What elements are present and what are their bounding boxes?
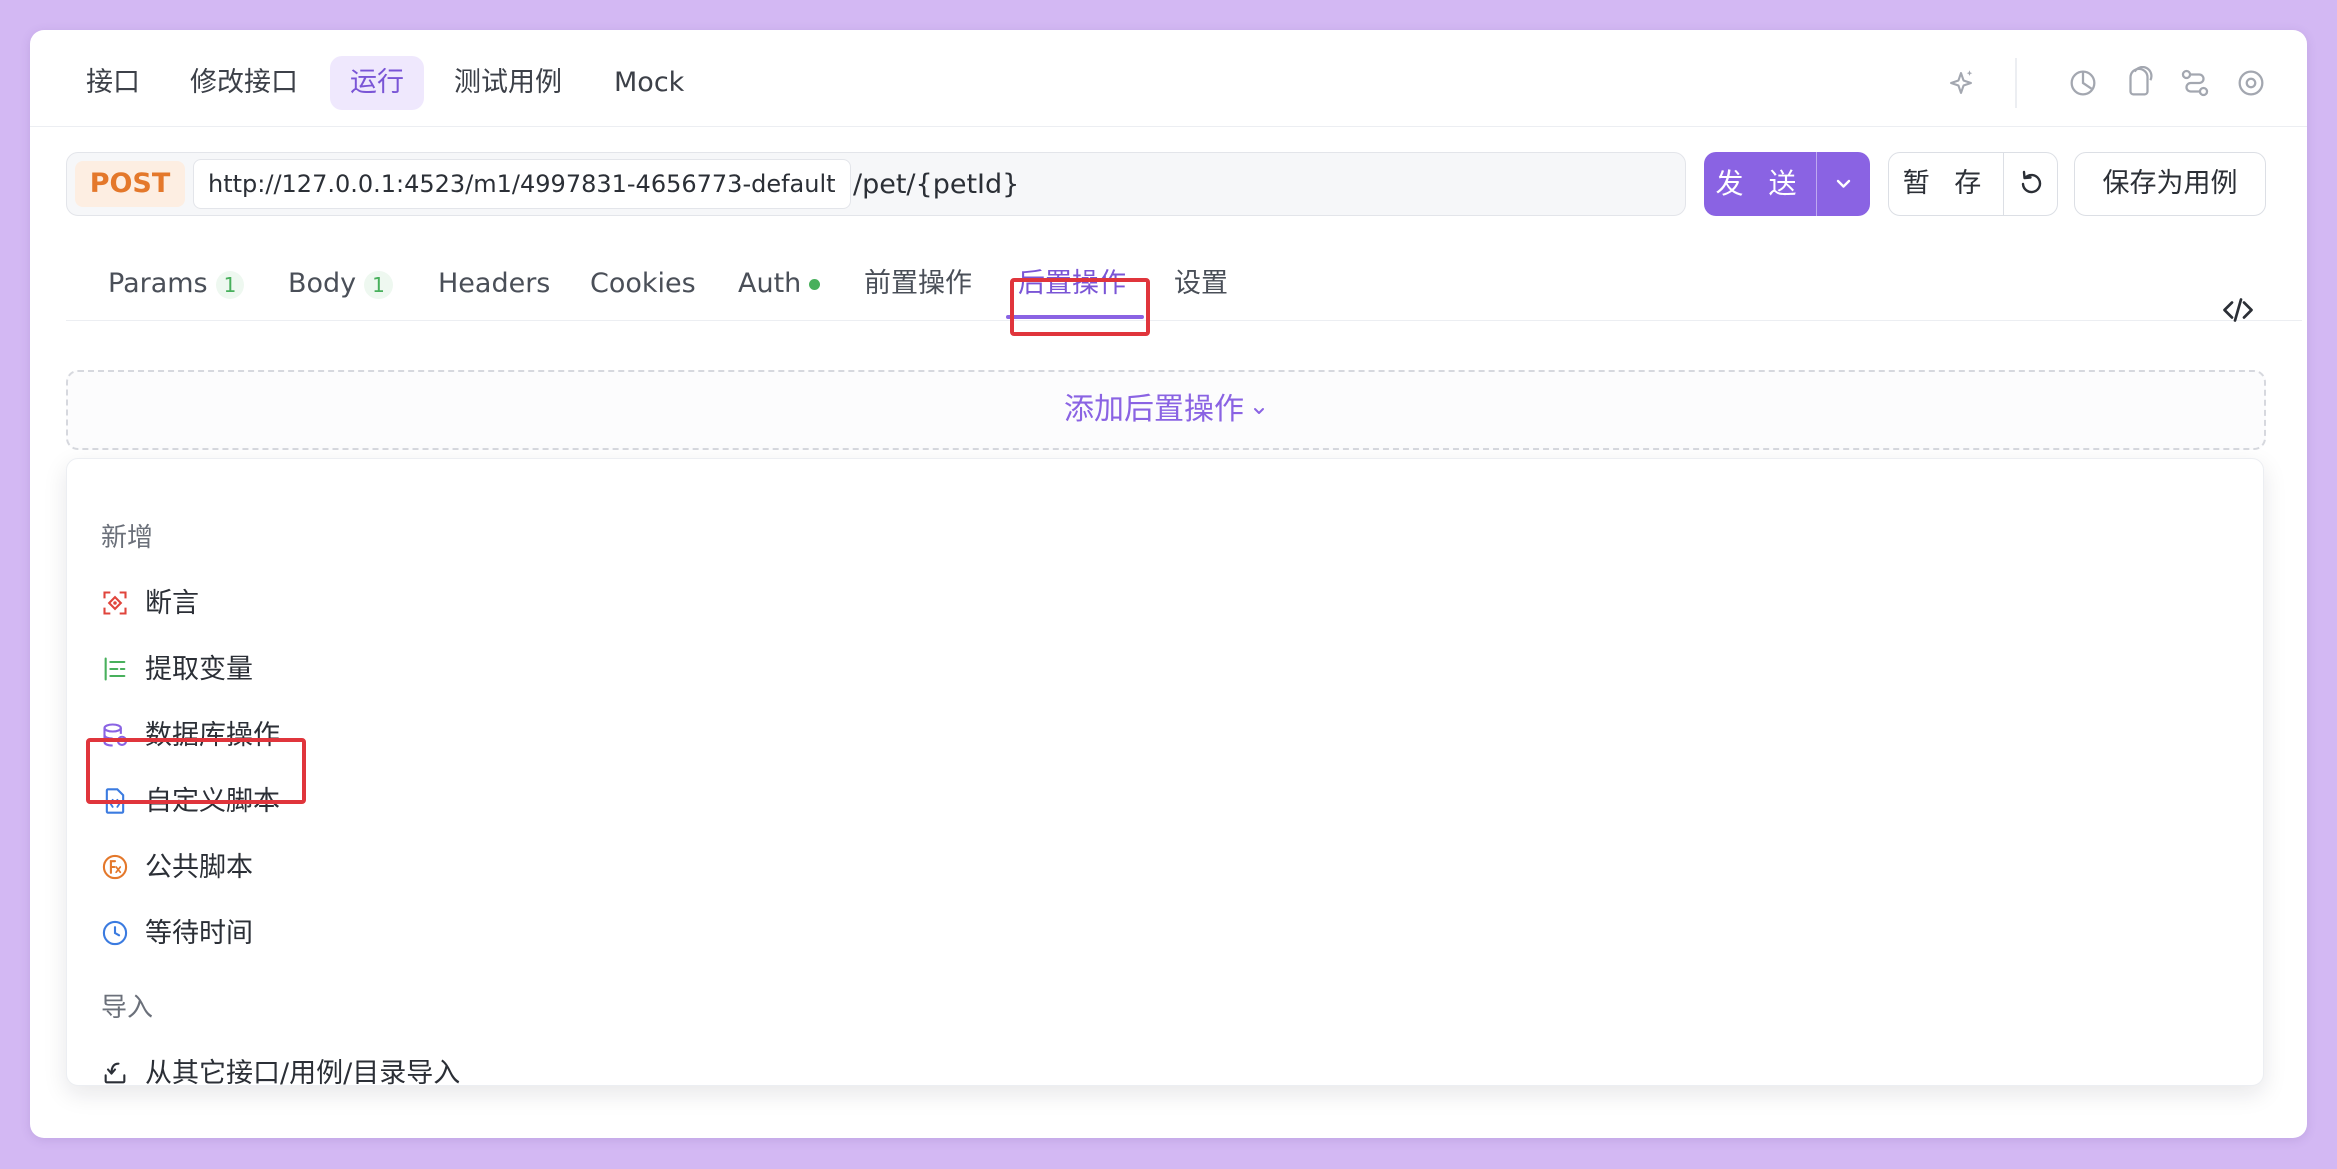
stage-button-group: 暂 存 (1888, 152, 2058, 216)
highlight-box-post-ops-tab (1010, 278, 1150, 336)
add-post-operation-label: 添加后置操作 (1064, 392, 1244, 427)
tab-cookies[interactable]: Cookies (590, 264, 696, 304)
settings-icon[interactable] (2234, 66, 2268, 100)
ai-sparkle-icon[interactable] (1944, 66, 1978, 100)
tab-body[interactable]: Body 1 (288, 264, 393, 304)
menu-item-wait-time-label: 等待时间 (145, 918, 253, 949)
tab-test-cases[interactable]: 测试用例 (434, 56, 582, 110)
extract-variable-icon (104, 656, 126, 681)
tab-headers[interactable]: Headers (438, 264, 550, 304)
group-label-import: 导入 (101, 993, 154, 1023)
menu-item-public-script[interactable]: 公共脚本 (101, 843, 253, 893)
tab-mock[interactable]: Mock (594, 56, 704, 110)
chevron-down-icon (1254, 407, 1264, 414)
menu-item-extract-variable[interactable]: 提取变量 (101, 645, 253, 695)
auth-status-dot (809, 279, 821, 290)
bookmark-icon[interactable] (2122, 66, 2156, 100)
tab-interface[interactable]: 接口 (66, 56, 160, 110)
reset-icon[interactable] (2004, 153, 2057, 215)
base-url-selector[interactable]: http://127.0.0.1:4523/m1/4997831-4656773… (193, 159, 851, 209)
tab-edit-interface[interactable]: 修改接口 (170, 56, 318, 110)
stage-button[interactable]: 暂 存 (1889, 153, 2003, 215)
tab-params[interactable]: Params 1 (108, 264, 245, 304)
request-url-bar: POST http://127.0.0.1:4523/m1/4997831-46… (66, 152, 1686, 216)
tab-pre-operations[interactable]: 前置操作 (864, 264, 972, 304)
send-button-group: 发 送 (1704, 152, 1870, 216)
body-count-badge: 1 (364, 270, 393, 299)
menu-item-wait-time[interactable]: 等待时间 (101, 909, 253, 959)
chart-icon[interactable] (2066, 66, 2100, 100)
menu-item-assertion-label: 断言 (145, 588, 199, 619)
params-count-badge: 1 (215, 270, 245, 299)
save-as-case-button[interactable]: 保存为用例 (2074, 152, 2266, 216)
flow-icon[interactable] (2178, 66, 2212, 100)
code-icon[interactable] (2220, 292, 2256, 328)
add-post-operation-button[interactable]: 添加后置操作 (66, 370, 2266, 450)
tab-body-label: Body (288, 268, 357, 299)
request-sub-tabs: Params 1 Body 1 Headers Cookies Auth 前置操作 … (66, 240, 2302, 336)
top-nav: 接口 修改接口 运行 测试用例 Mock (30, 30, 2307, 127)
tab-params-label: Params (108, 268, 208, 299)
path-input[interactable] (853, 161, 1653, 207)
tab-settings[interactable]: 设置 (1174, 264, 1228, 304)
import-icon (104, 1062, 126, 1083)
menu-item-assertion[interactable]: 断言 (101, 579, 199, 629)
highlight-box-custom-script (86, 738, 306, 804)
tab-auth[interactable]: Auth (738, 264, 821, 304)
function-icon (102, 854, 128, 879)
nav-divider (2015, 58, 2017, 108)
group-label-new: 新增 (101, 523, 154, 553)
clock-icon (102, 920, 128, 945)
menu-item-public-script-label: 公共脚本 (145, 852, 253, 883)
post-operation-dropdown: 新增 断言 提取变量 数据库操作 自定义脚本 公共脚本 等待时间 导入 从其它接… (66, 458, 2264, 1089)
tab-auth-label: Auth (738, 268, 802, 299)
send-dropdown-chevron-icon[interactable] (1817, 152, 1870, 216)
menu-item-import[interactable]: 从其它接口/用例/目录导入 (101, 1049, 460, 1099)
tab-run[interactable]: 运行 (330, 56, 424, 110)
app-window: 接口 修改接口 运行 测试用例 Mock POST http://127.0.0… (30, 30, 2307, 1138)
http-method-select[interactable]: POST (75, 161, 185, 207)
send-button[interactable]: 发 送 (1704, 152, 1816, 216)
assert-icon (103, 590, 127, 615)
menu-item-import-label: 从其它接口/用例/目录导入 (145, 1058, 461, 1089)
menu-item-extract-variable-label: 提取变量 (145, 654, 253, 685)
